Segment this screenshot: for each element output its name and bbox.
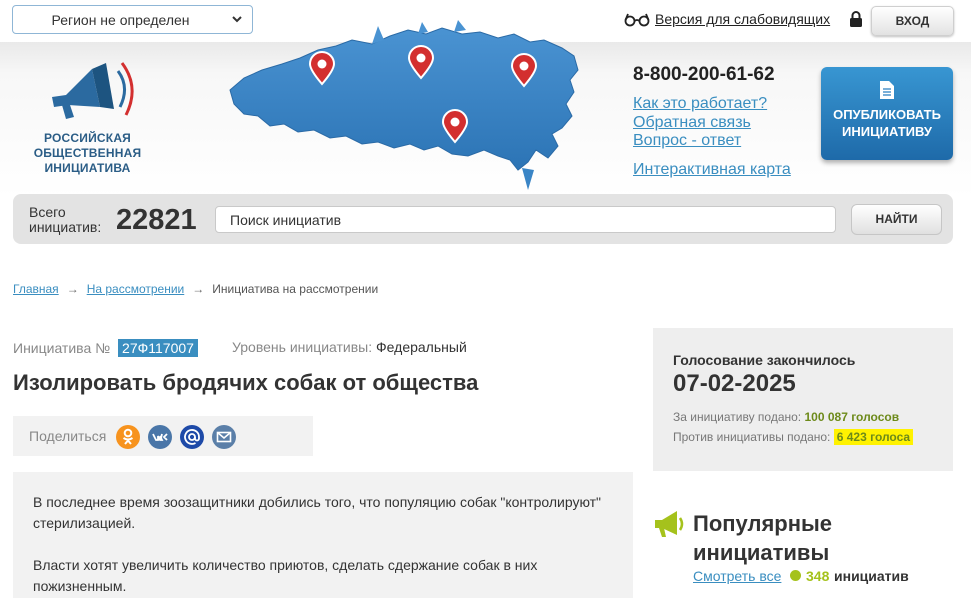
initiative-description: В последнее время зоозащитники добились … <box>13 472 633 598</box>
total-label-line1: Всего <box>29 204 66 220</box>
publish-initiative-label: ОПУБЛИКОВАТЬ ИНИЦИАТИВУ <box>833 107 941 139</box>
breadcrumb-current: Инициатива на рассмотрении <box>212 282 379 296</box>
share-panel: Поделиться <box>13 416 313 456</box>
total-label-line2: инициатив: <box>29 219 102 235</box>
breadcrumb: Главная → На рассмотрении → Инициатива на ра… <box>13 282 378 296</box>
popular-count: 348 <box>806 568 830 584</box>
search-button[interactable]: НАЙТИ <box>851 204 942 235</box>
megaphone-logo-icon <box>52 62 134 119</box>
login-button[interactable]: ВХОД <box>871 6 954 36</box>
initiative-number-badge: 27Ф117007 <box>118 339 198 357</box>
popular-count-label: инициатив <box>834 568 909 584</box>
hotline-phone: 8-800-200-61-62 <box>633 64 775 85</box>
vk-icon[interactable] <box>148 425 172 449</box>
votes-against: Против инициативы подано: 6 423 голоса <box>673 429 914 445</box>
popular-initiatives-title: Популярные инициативы <box>693 509 832 567</box>
breadcrumb-arrow-icon: → <box>192 282 205 296</box>
region-select-label: Регион не определен <box>51 12 190 28</box>
votes-for-value: 100 087 голосов <box>804 410 900 424</box>
share-label: Поделиться <box>29 428 107 444</box>
initiative-number-label: Инициатива № <box>13 340 111 356</box>
voting-end-date: 07-02-2025 <box>673 370 796 397</box>
initiative-level-value: Федеральный <box>376 339 467 355</box>
initiative-level-label: Уровень инициативы: <box>232 339 373 355</box>
votes-for: За инициативу подано: 100 087 голосов <box>673 410 899 424</box>
total-initiatives-count: 22821 <box>116 204 197 236</box>
document-icon <box>880 81 894 99</box>
publish-initiative-button[interactable]: ОПУБЛИКОВАТЬ ИНИЦИАТИВУ <box>821 67 953 160</box>
see-all-link[interactable]: Смотреть все <box>693 568 781 584</box>
how-it-works-link[interactable]: Как это работает? <box>633 95 767 113</box>
votes-for-label: За инициативу подано: <box>673 410 802 424</box>
faq-link[interactable]: Вопрос - ответ <box>633 132 741 150</box>
votes-against-label: Против инициативы подано: <box>673 430 831 444</box>
region-select[interactable]: Регион не определен <box>12 5 253 34</box>
interactive-map-link[interactable]: Интерактивная карта <box>633 161 791 179</box>
mail-ru-icon[interactable] <box>180 425 204 449</box>
votes-against-value: 6 423 голоса <box>833 429 914 445</box>
megaphone-icon <box>655 511 684 537</box>
odnoklassniki-icon[interactable] <box>116 425 140 449</box>
description-paragraph: Власти хотят увеличить количество приюто… <box>33 557 538 594</box>
initiative-number-row: Инициатива № 27Ф117007 <box>13 339 198 357</box>
logo-text: РОССИЙСКАЯ ОБЩЕСТВЕННАЯ ИНИЦИАТИВА <box>33 131 142 175</box>
description-paragraph: В последнее время зоозащитники добились … <box>33 494 602 531</box>
low-vision-version-link[interactable]: Версия для слабовидящих <box>655 11 830 27</box>
search-input[interactable] <box>215 206 836 233</box>
voting-status: Голосование закончилось <box>673 352 856 368</box>
breadcrumb-arrow-icon: → <box>66 282 79 296</box>
breadcrumb-section-link[interactable]: На рассмотрении <box>87 282 185 296</box>
feedback-link[interactable]: Обратная связь <box>633 114 751 132</box>
total-initiatives-label: Всего инициатив: <box>29 205 101 235</box>
initiative-level: Уровень инициативы: Федеральный <box>232 339 467 355</box>
popular-title-line2: инициативы <box>693 540 830 565</box>
lock-icon <box>850 11 862 27</box>
breadcrumb-home-link[interactable]: Главная <box>13 282 59 296</box>
glasses-icon[interactable] <box>624 11 650 27</box>
initiative-title: Изолировать бродячих собак от общества <box>13 370 479 395</box>
popular-title-line1: Популярные <box>693 511 833 536</box>
green-dot-icon <box>790 570 801 581</box>
voting-result-panel: Голосование закончилось 07-02-2025 За ин… <box>653 328 953 471</box>
email-icon[interactable] <box>212 425 236 449</box>
russia-map-image[interactable] <box>222 20 584 190</box>
